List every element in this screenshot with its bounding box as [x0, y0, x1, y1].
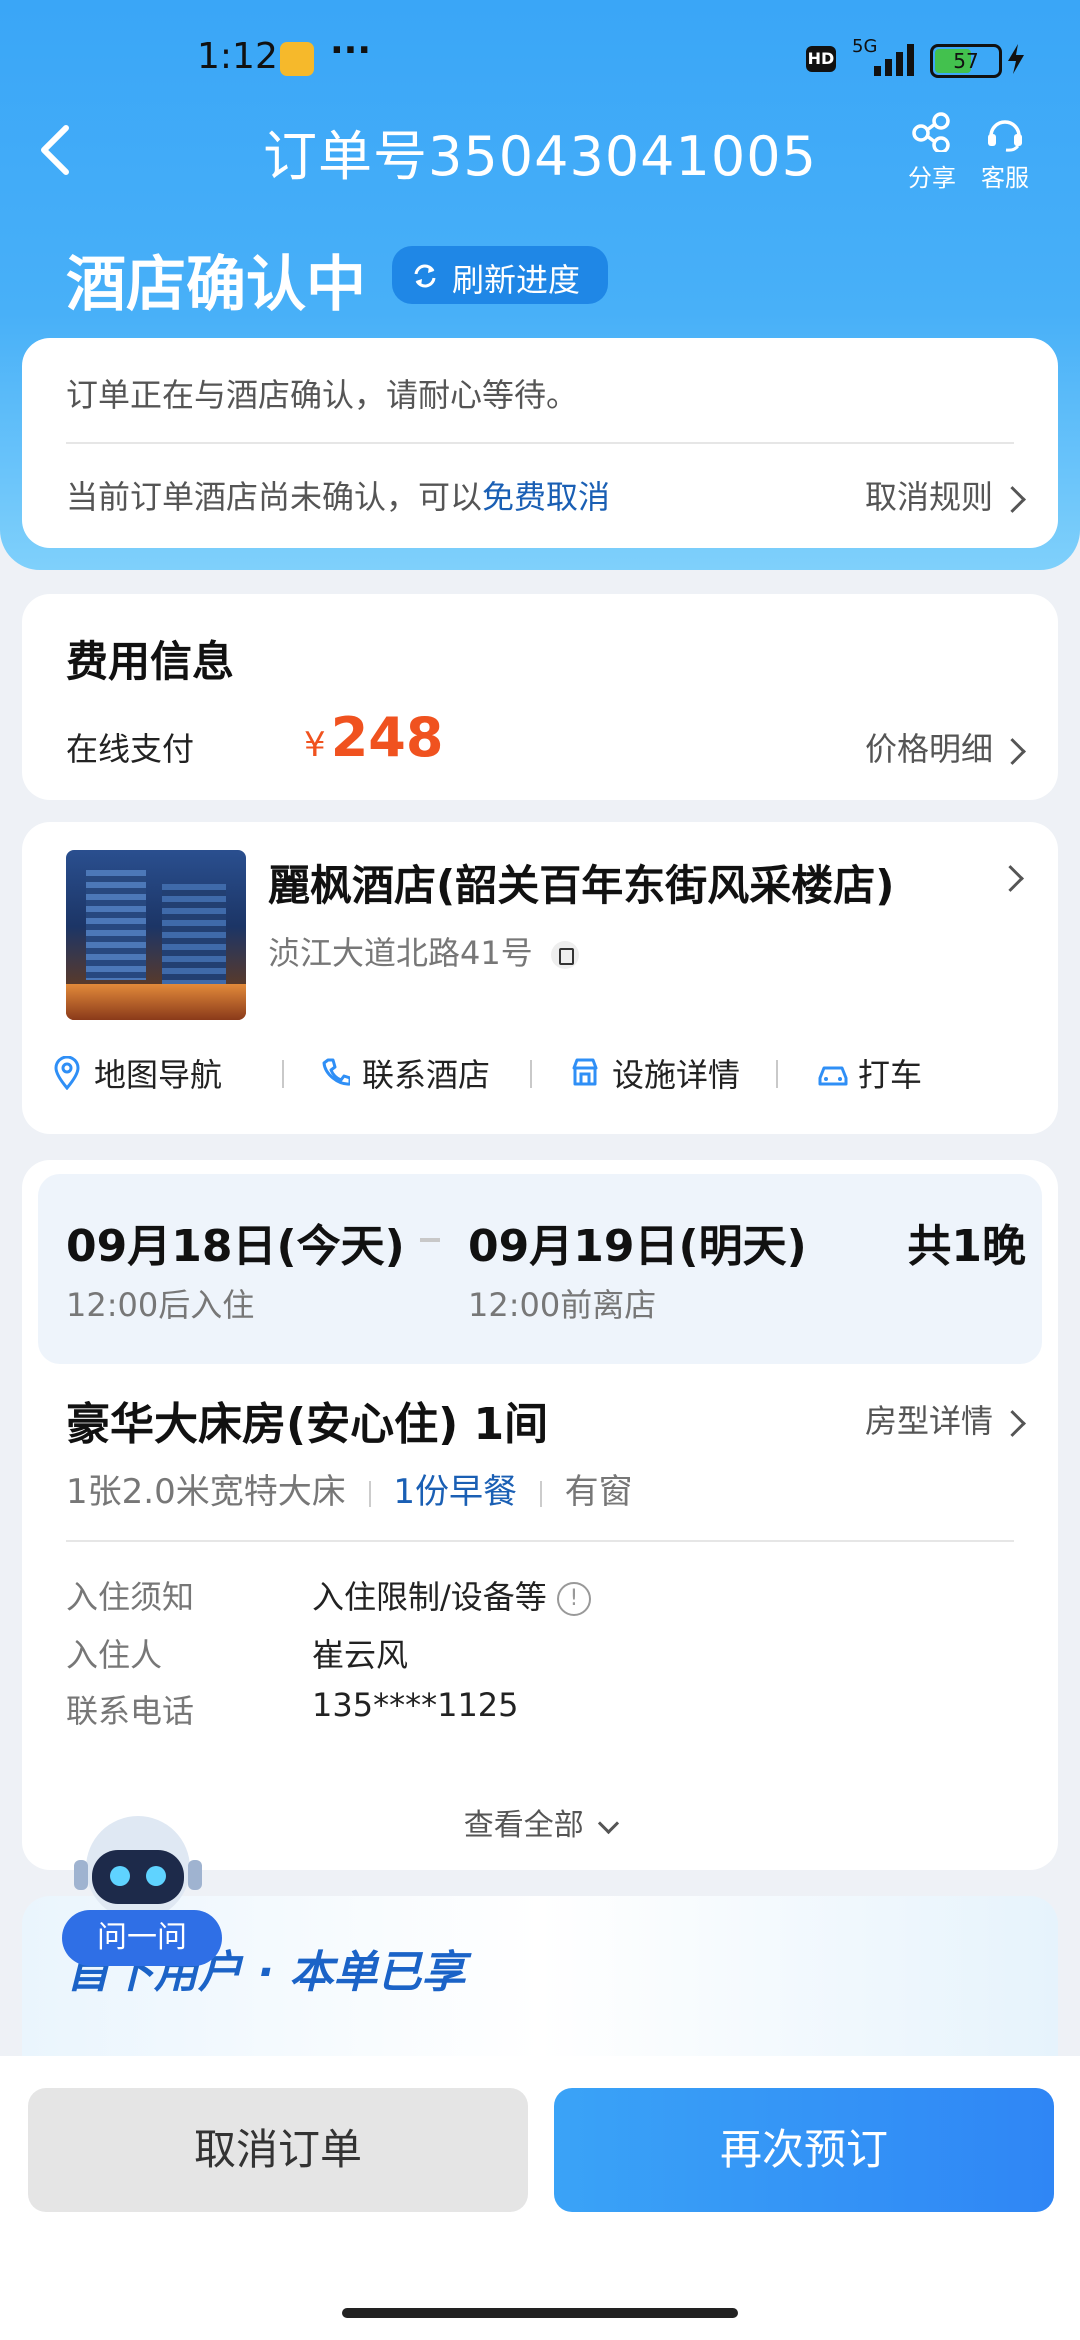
cancel-note-text: 当前订单酒店尚未确认，可以 — [66, 478, 483, 516]
service-label: 客服 — [981, 164, 1029, 192]
fee-card: 费用信息 在线支付 ¥ 248 价格明细 — [22, 594, 1058, 800]
checkin-notice-value: 入住限制/设备等 — [312, 1578, 547, 1616]
customer-service-button[interactable]: 客服 — [972, 112, 1038, 193]
hotel-name[interactable]: 麗枫酒店(韶关百年东街风采楼店) — [268, 852, 894, 913]
divider — [539, 1480, 542, 1507]
info-label-notice: 入住须知 — [66, 1578, 195, 1616]
cancel-rule-link[interactable]: 取消规则 — [864, 472, 1026, 518]
notification-app-icon — [280, 42, 314, 76]
refresh-icon — [414, 264, 436, 288]
hotel-photo[interactable] — [66, 850, 246, 1020]
date-dash — [420, 1238, 440, 1242]
charging-icon — [1008, 44, 1024, 74]
divider — [776, 1060, 778, 1088]
divider — [66, 442, 1014, 444]
room-features: 1张2.0米宽特大床 1份早餐 有窗 — [66, 1464, 633, 1513]
info-label-guest: 入住人 — [66, 1636, 163, 1674]
checkin-notice-link[interactable]: 入住限制/设备等 ! — [312, 1572, 591, 1618]
room-detail-link[interactable]: 房型详情 — [864, 1396, 1026, 1442]
cancel-rule-label: 取消规则 — [864, 478, 993, 516]
cancel-note: 当前订单酒店尚未确认，可以免费取消 — [66, 472, 610, 518]
price: ¥ 248 — [304, 706, 443, 769]
price-detail-label: 价格明细 — [864, 730, 993, 768]
contact-phone: 135****1125 — [312, 1686, 519, 1724]
battery-level: 57 — [953, 49, 979, 73]
cancel-order-button[interactable]: 取消订单 — [28, 2088, 528, 2212]
hotel-card: 麗枫酒店(韶关百年东街风采楼店) 浈江大道北路41号 地图导航 联系酒店 设施详… — [22, 822, 1058, 1134]
stay-card: 09月18日(今天) 12:00后入住 09月19日(明天) 12:00前离店 … — [22, 1160, 1058, 1870]
bed-info: 1张2.0米宽特大床 — [66, 1472, 346, 1512]
store-icon — [572, 1058, 598, 1086]
guest-name: 崔云风 — [312, 1636, 409, 1674]
signal-icon — [874, 44, 914, 76]
share-label: 分享 — [908, 164, 956, 192]
breakfast-info: 1份早餐 — [393, 1472, 517, 1512]
status-time: 1:12 — [197, 36, 278, 77]
checkout-date: 09月19日(明天) — [468, 1221, 807, 1272]
refresh-progress-button[interactable]: 刷新进度 — [392, 246, 608, 304]
divider — [66, 1540, 1014, 1542]
room-detail-label: 房型详情 — [864, 1402, 993, 1440]
share-icon — [912, 112, 950, 154]
map-navigation-label: 地图导航 — [94, 1056, 223, 1094]
contact-hotel-label: 联系酒店 — [362, 1056, 491, 1094]
taxi-label: 打车 — [858, 1056, 923, 1094]
chevron-right-icon — [999, 485, 1026, 513]
hd-badge: HD — [806, 46, 836, 72]
divider — [282, 1060, 284, 1088]
share-button[interactable]: 分享 — [900, 112, 964, 193]
hotel-detail-chevron[interactable] — [991, 865, 1024, 892]
price-detail-link[interactable]: 价格明细 — [864, 724, 1026, 770]
copy-icon[interactable] — [550, 941, 579, 969]
price-amount: 248 — [330, 706, 444, 769]
status-message: 订单正在与酒店确认，请耐心等待。 — [66, 376, 579, 414]
headset-icon — [988, 120, 1022, 152]
hotel-address-text: 浈江大道北路41号 — [268, 934, 533, 972]
checkin-date: 09月18日(今天) — [66, 1221, 405, 1272]
assistant-widget[interactable]: 问一问 — [62, 1806, 232, 1986]
chevron-right-icon — [997, 865, 1024, 892]
phone-icon — [322, 1058, 350, 1086]
location-pin-icon — [54, 1056, 80, 1090]
fee-title: 费用信息 — [66, 637, 235, 686]
rebook-button[interactable]: 再次预订 — [554, 2088, 1054, 2212]
home-indicator — [342, 2308, 738, 2318]
checkout-time: 12:00前离店 — [468, 1286, 657, 1324]
robot-assistant-icon — [74, 1816, 202, 1920]
chevron-right-icon — [999, 1409, 1026, 1437]
window-info: 有窗 — [564, 1472, 633, 1512]
payment-method: 在线支付 — [66, 730, 195, 768]
nights-count: 共1晚 — [907, 1221, 1026, 1272]
view-all-label: 查看全部 — [463, 1808, 584, 1843]
assistant-label: 问一问 — [62, 1910, 222, 1966]
chevron-down-icon — [598, 1812, 620, 1835]
hotel-address: 浈江大道北路41号 — [268, 928, 579, 974]
battery-icon: 57 — [930, 44, 1002, 78]
chevron-right-icon — [999, 737, 1026, 765]
room-title: 豪华大床房(安心住) 1间 — [66, 1399, 549, 1450]
divider — [368, 1480, 371, 1507]
facility-details-label: 设施详情 — [612, 1056, 741, 1094]
divider — [530, 1060, 532, 1088]
order-status-title: 酒店确认中 — [66, 250, 366, 320]
checkin-time: 12:00后入住 — [66, 1286, 255, 1324]
refresh-label: 刷新进度 — [452, 261, 581, 299]
free-cancel-link[interactable]: 免费取消 — [482, 478, 610, 516]
currency-symbol: ¥ — [304, 725, 326, 765]
info-label-phone: 联系电话 — [66, 1692, 195, 1730]
info-icon: ! — [556, 1582, 591, 1616]
status-card: 订单正在与酒店确认，请耐心等待。 当前订单酒店尚未确认，可以免费取消 取消规则 — [22, 338, 1058, 548]
car-icon — [818, 1066, 848, 1086]
status-more-icon: ··· — [330, 30, 372, 71]
